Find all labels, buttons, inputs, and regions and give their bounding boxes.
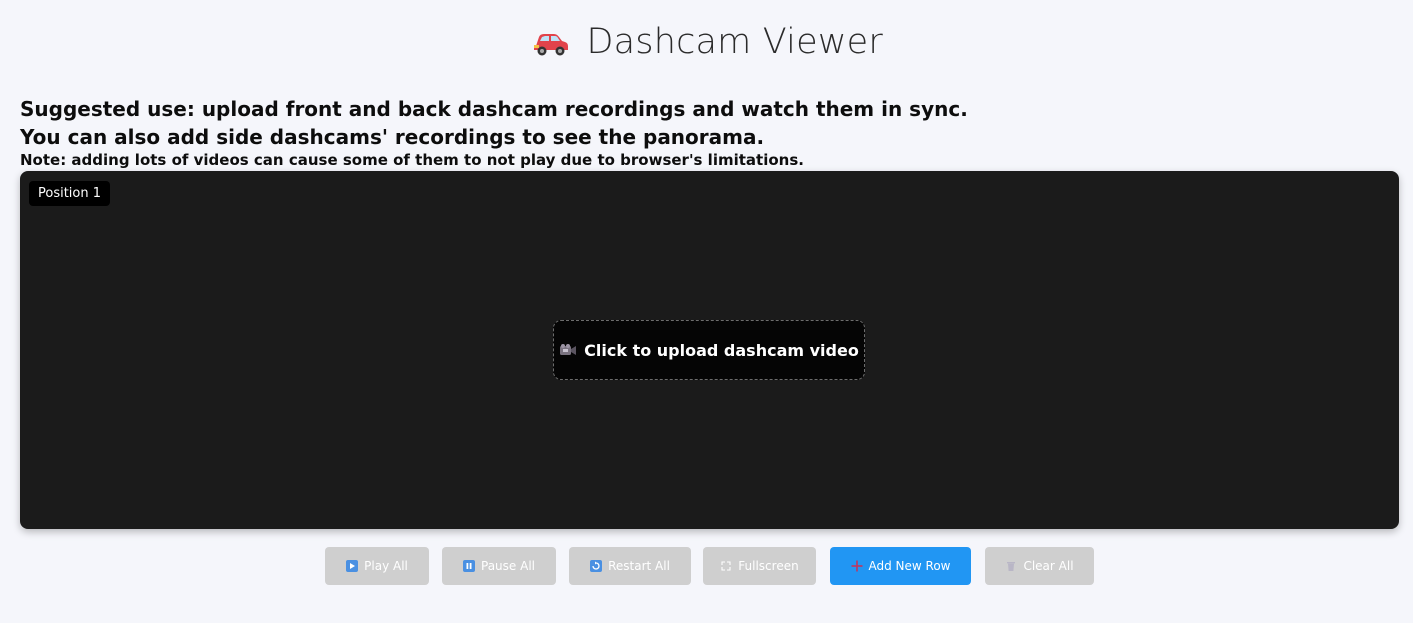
play-icon (346, 560, 359, 572)
play-all-button[interactable]: Play All (325, 547, 429, 585)
add-new-row-label: Add New Row (868, 559, 951, 573)
car-icon (534, 34, 569, 56)
video-slot-panel: Position 1 Click to upload dashcam video (20, 171, 1399, 529)
intro-line-2: You can also add side dashcams' recordin… (20, 125, 765, 149)
upload-video-button[interactable]: Click to upload dashcam video (553, 320, 865, 380)
add-new-row-button[interactable]: Add New Row (830, 547, 971, 585)
play-all-label: Play All (364, 559, 408, 573)
pause-icon (463, 560, 475, 572)
clear-all-label: Clear All (1023, 559, 1074, 573)
clear-all-button[interactable]: Clear All (985, 547, 1094, 585)
pause-all-label: Pause All (481, 559, 535, 573)
trash-icon (1005, 560, 1017, 572)
controls-bar: Play All Pause All Restart All Fullscree… (0, 547, 1413, 585)
restart-all-button[interactable]: Restart All (569, 547, 691, 585)
fullscreen-label: Fullscreen (738, 559, 799, 573)
page-title: Dashcam Viewer (586, 22, 883, 62)
intro-text: Suggested use: upload front and back das… (20, 95, 1400, 170)
plus-icon (851, 560, 863, 572)
pause-all-button[interactable]: Pause All (442, 547, 556, 585)
intro-line-1: Suggested use: upload front and back das… (20, 97, 968, 121)
intro-note: Note: adding lots of videos can cause so… (20, 151, 804, 169)
fullscreen-button[interactable]: Fullscreen (703, 547, 816, 585)
restart-icon (590, 560, 603, 572)
header: Dashcam Viewer (0, 22, 1413, 68)
video-camera-icon (560, 344, 577, 355)
upload-label: Click to upload dashcam video (584, 340, 859, 360)
position-label: Position 1 (29, 181, 111, 206)
restart-all-label: Restart All (608, 559, 670, 573)
fullscreen-icon (720, 560, 732, 572)
